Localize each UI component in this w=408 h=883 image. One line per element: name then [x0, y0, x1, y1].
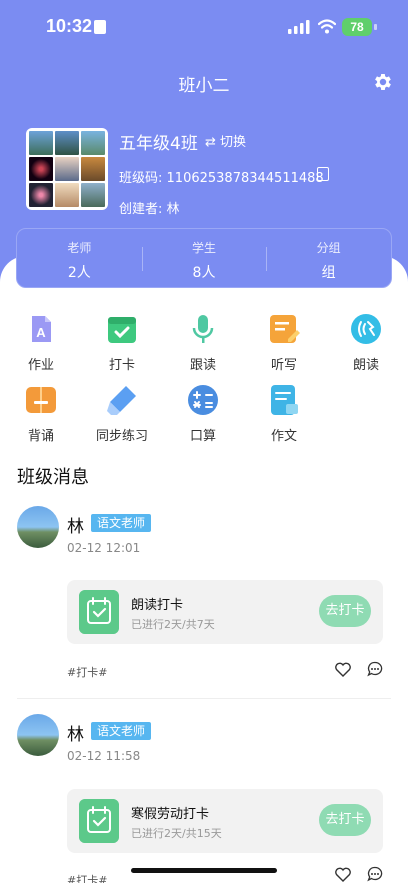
task-name: 朗读打卡: [131, 598, 184, 613]
class-stats: 老师 2人 学生 8人 分组 组: [16, 228, 392, 288]
task-card[interactable]: 寒假劳动打卡 已进行2天/共15天 去打卡: [67, 789, 383, 853]
cover-photo: [55, 183, 79, 207]
avatar[interactable]: [17, 714, 59, 756]
feature-label: 打卡: [108, 358, 135, 373]
feature-recite[interactable]: 背诵: [11, 384, 71, 444]
stat-label: 老师: [67, 241, 92, 255]
cover-photo: [81, 131, 105, 155]
section-title: 班级消息: [17, 467, 89, 488]
stat-value: 组: [321, 265, 336, 281]
topic-tag[interactable]: #打卡#: [67, 872, 107, 883]
feature-checkin[interactable]: 打卡: [92, 313, 152, 373]
stat-groups[interactable]: 分组 组: [266, 229, 391, 287]
cover-photo: [81, 183, 105, 207]
message-time: 02-12 11:58: [67, 749, 141, 763]
switch-class-button[interactable]: ⇄ 切换: [205, 131, 246, 150]
role-badge: 语文老师: [91, 722, 152, 740]
feature-composition[interactable]: 作文: [254, 384, 314, 444]
stat-students[interactable]: 学生 8人: [141, 229, 267, 287]
feature-label: 作业: [27, 358, 54, 373]
feature-read-aloud[interactable]: 朗读: [336, 313, 396, 373]
svg-text:A: A: [36, 325, 46, 340]
poster-name: 林: [67, 517, 84, 537]
task-name: 寒假劳动打卡: [131, 807, 210, 822]
checkin-icon: [79, 799, 119, 843]
home-indicator: [131, 868, 277, 873]
topic-tag[interactable]: #打卡#: [67, 664, 107, 680]
id-card-icon: [94, 20, 106, 34]
poster-name: 林: [67, 725, 84, 745]
signal-icon: [288, 20, 310, 34]
recite-icon: [26, 387, 56, 413]
page-title: 班小二: [178, 76, 230, 96]
dictation-icon: [270, 315, 300, 343]
feature-label: 同步练习: [95, 429, 148, 444]
task-progress: 已进行2天/共7天: [131, 618, 215, 631]
class-code: 班级码: 1106253878344511488: [119, 167, 324, 186]
feature-practice[interactable]: 同步练习: [86, 384, 158, 444]
gear-icon[interactable]: [372, 71, 394, 93]
cover-photo: [55, 157, 79, 181]
homework-icon: A: [32, 316, 51, 342]
cover-photo: [29, 131, 53, 155]
heart-icon[interactable]: [335, 662, 351, 677]
eraser-icon: [107, 386, 136, 415]
status-time: 10:32: [46, 16, 93, 36]
stat-value: 2人: [67, 265, 91, 281]
microphone-icon: [192, 315, 214, 343]
class-cover-collage[interactable]: [26, 128, 108, 210]
battery-tip: [374, 24, 377, 30]
feature-label: 跟读: [189, 358, 216, 373]
feature-follow-read[interactable]: 跟读: [173, 313, 233, 373]
composition-icon: [271, 385, 298, 415]
feature-label: 听写: [270, 358, 297, 373]
feature-label: 口算: [189, 429, 216, 444]
comment-icon[interactable]: [367, 661, 383, 677]
checkin-icon: [79, 590, 119, 634]
task-card[interactable]: 朗读打卡 已进行2天/共7天 去打卡: [67, 580, 383, 644]
task-progress: 已进行2天/共15天: [131, 827, 222, 840]
avatar[interactable]: [17, 506, 59, 548]
calculator-icon: [188, 385, 218, 415]
heart-icon[interactable]: [335, 867, 351, 882]
creator-name: 林: [166, 202, 180, 217]
class-creator: 创建者: 林: [119, 198, 180, 217]
stat-label: 分组: [316, 241, 341, 255]
cover-photo: [29, 183, 53, 207]
go-checkin-button[interactable]: 去打卡: [319, 595, 371, 627]
class-code-value: 1106253878344511488: [166, 171, 324, 186]
feature-label: 背诵: [27, 429, 54, 444]
wifi-icon: [318, 19, 336, 34]
feature-label: 作文: [270, 429, 297, 444]
feature-dictation[interactable]: 听写: [254, 313, 314, 373]
status-bar: 10:32 78: [0, 14, 408, 42]
stat-label: 学生: [192, 241, 217, 255]
go-checkin-button[interactable]: 去打卡: [319, 804, 371, 836]
role-badge: 语文老师: [91, 514, 152, 532]
feature-mental-math[interactable]: 口算: [173, 384, 233, 444]
class-code-label: 班级码:: [119, 171, 163, 186]
checkin-icon: [108, 317, 136, 343]
reading-aloud-icon: [351, 314, 381, 344]
divider: [17, 698, 391, 699]
stat-value: 8人: [192, 265, 216, 281]
comment-icon[interactable]: [367, 866, 383, 882]
feature-label: 朗读: [352, 358, 379, 373]
battery-indicator: 78: [342, 18, 372, 36]
cover-photo: [55, 131, 79, 155]
class-name: 五年级4班: [119, 134, 198, 154]
cover-photo: [29, 157, 53, 181]
copy-icon[interactable]: [317, 167, 329, 181]
stat-teachers[interactable]: 老师 2人: [17, 229, 142, 287]
feature-homework[interactable]: A 作业: [11, 313, 71, 373]
creator-label: 创建者:: [119, 202, 163, 217]
cover-photo: [81, 157, 105, 181]
message-time: 02-12 12:01: [67, 541, 141, 555]
